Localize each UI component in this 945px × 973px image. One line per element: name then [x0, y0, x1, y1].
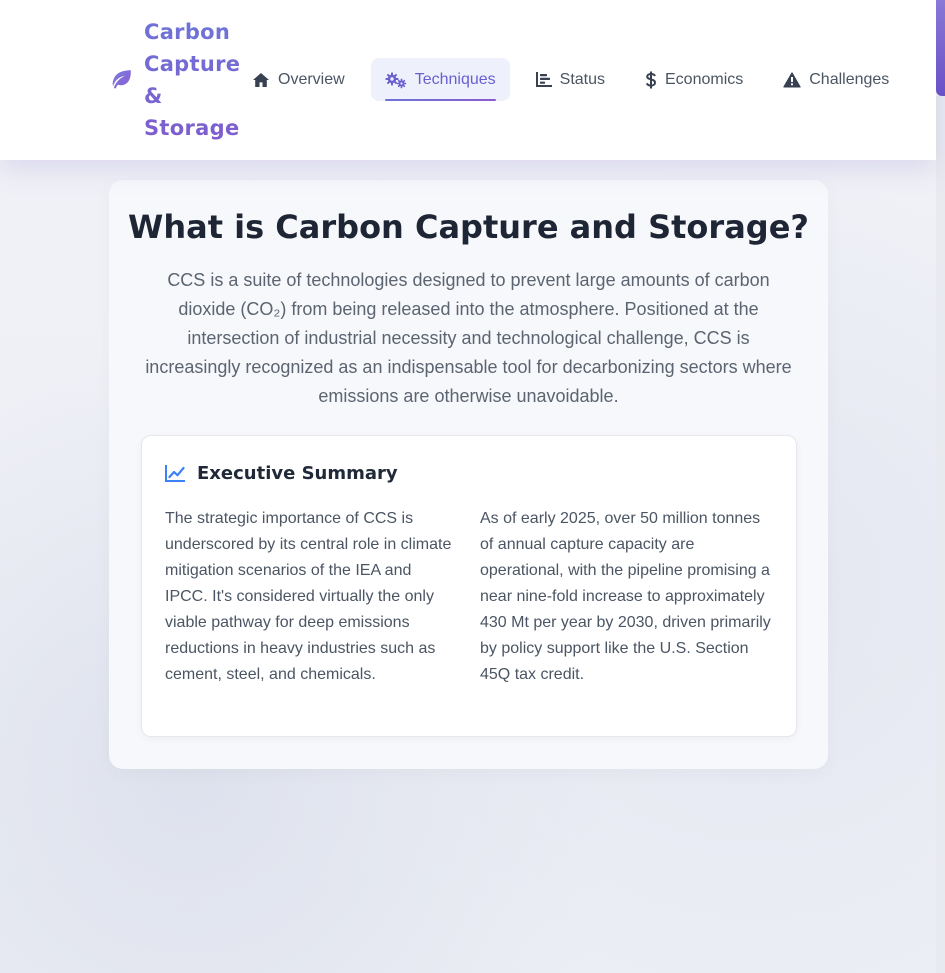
main-nav: Overview Techniques Status Economics Cha… — [238, 58, 915, 101]
nav-item-label: Overview — [278, 70, 345, 88]
brand-title: Carbon Capture & Storage — [144, 16, 244, 144]
line-chart-icon — [165, 465, 185, 482]
nav-item-label: Status — [559, 70, 605, 88]
bar-chart-icon — [535, 72, 552, 87]
nav-item-challenges[interactable]: Challenges — [769, 58, 903, 101]
scrollbar-track[interactable] — [936, 96, 945, 973]
cogs-icon — [385, 72, 406, 88]
intro-card: What is Carbon Capture and Storage? CCS … — [109, 180, 828, 769]
scrollbar-thumb[interactable] — [936, 0, 945, 96]
brand[interactable]: Carbon Capture & Storage — [108, 16, 244, 144]
summary-title: Executive Summary — [197, 463, 398, 484]
dollar-icon — [645, 71, 657, 88]
nav-item-economics[interactable]: Economics — [631, 58, 757, 101]
warning-icon — [783, 71, 801, 87]
leaf-icon — [112, 70, 131, 89]
nav-item-techniques[interactable]: Techniques — [370, 58, 510, 101]
navbar: Carbon Capture & Storage Overview Techni… — [0, 0, 936, 160]
summary-left-text: The strategic importance of CCS is under… — [165, 510, 452, 683]
intro-description: CCS is a suite of technologies designed … — [145, 270, 792, 406]
nav-item-label: Economics — [665, 70, 744, 88]
page-title: What is Carbon Capture and Storage? — [128, 208, 809, 246]
home-icon — [253, 72, 269, 87]
summary-right-text: As of early 2025, over 50 million tonnes… — [480, 510, 771, 683]
nav-item-overview[interactable]: Overview — [238, 58, 359, 101]
nav-item-label: Techniques — [414, 70, 496, 88]
nav-item-label: Challenges — [809, 70, 890, 88]
summary-header: Executive Summary — [165, 463, 398, 484]
executive-summary-card: Executive Summary The strategic importan… — [141, 435, 797, 737]
nav-item-status[interactable]: Status — [522, 58, 619, 101]
